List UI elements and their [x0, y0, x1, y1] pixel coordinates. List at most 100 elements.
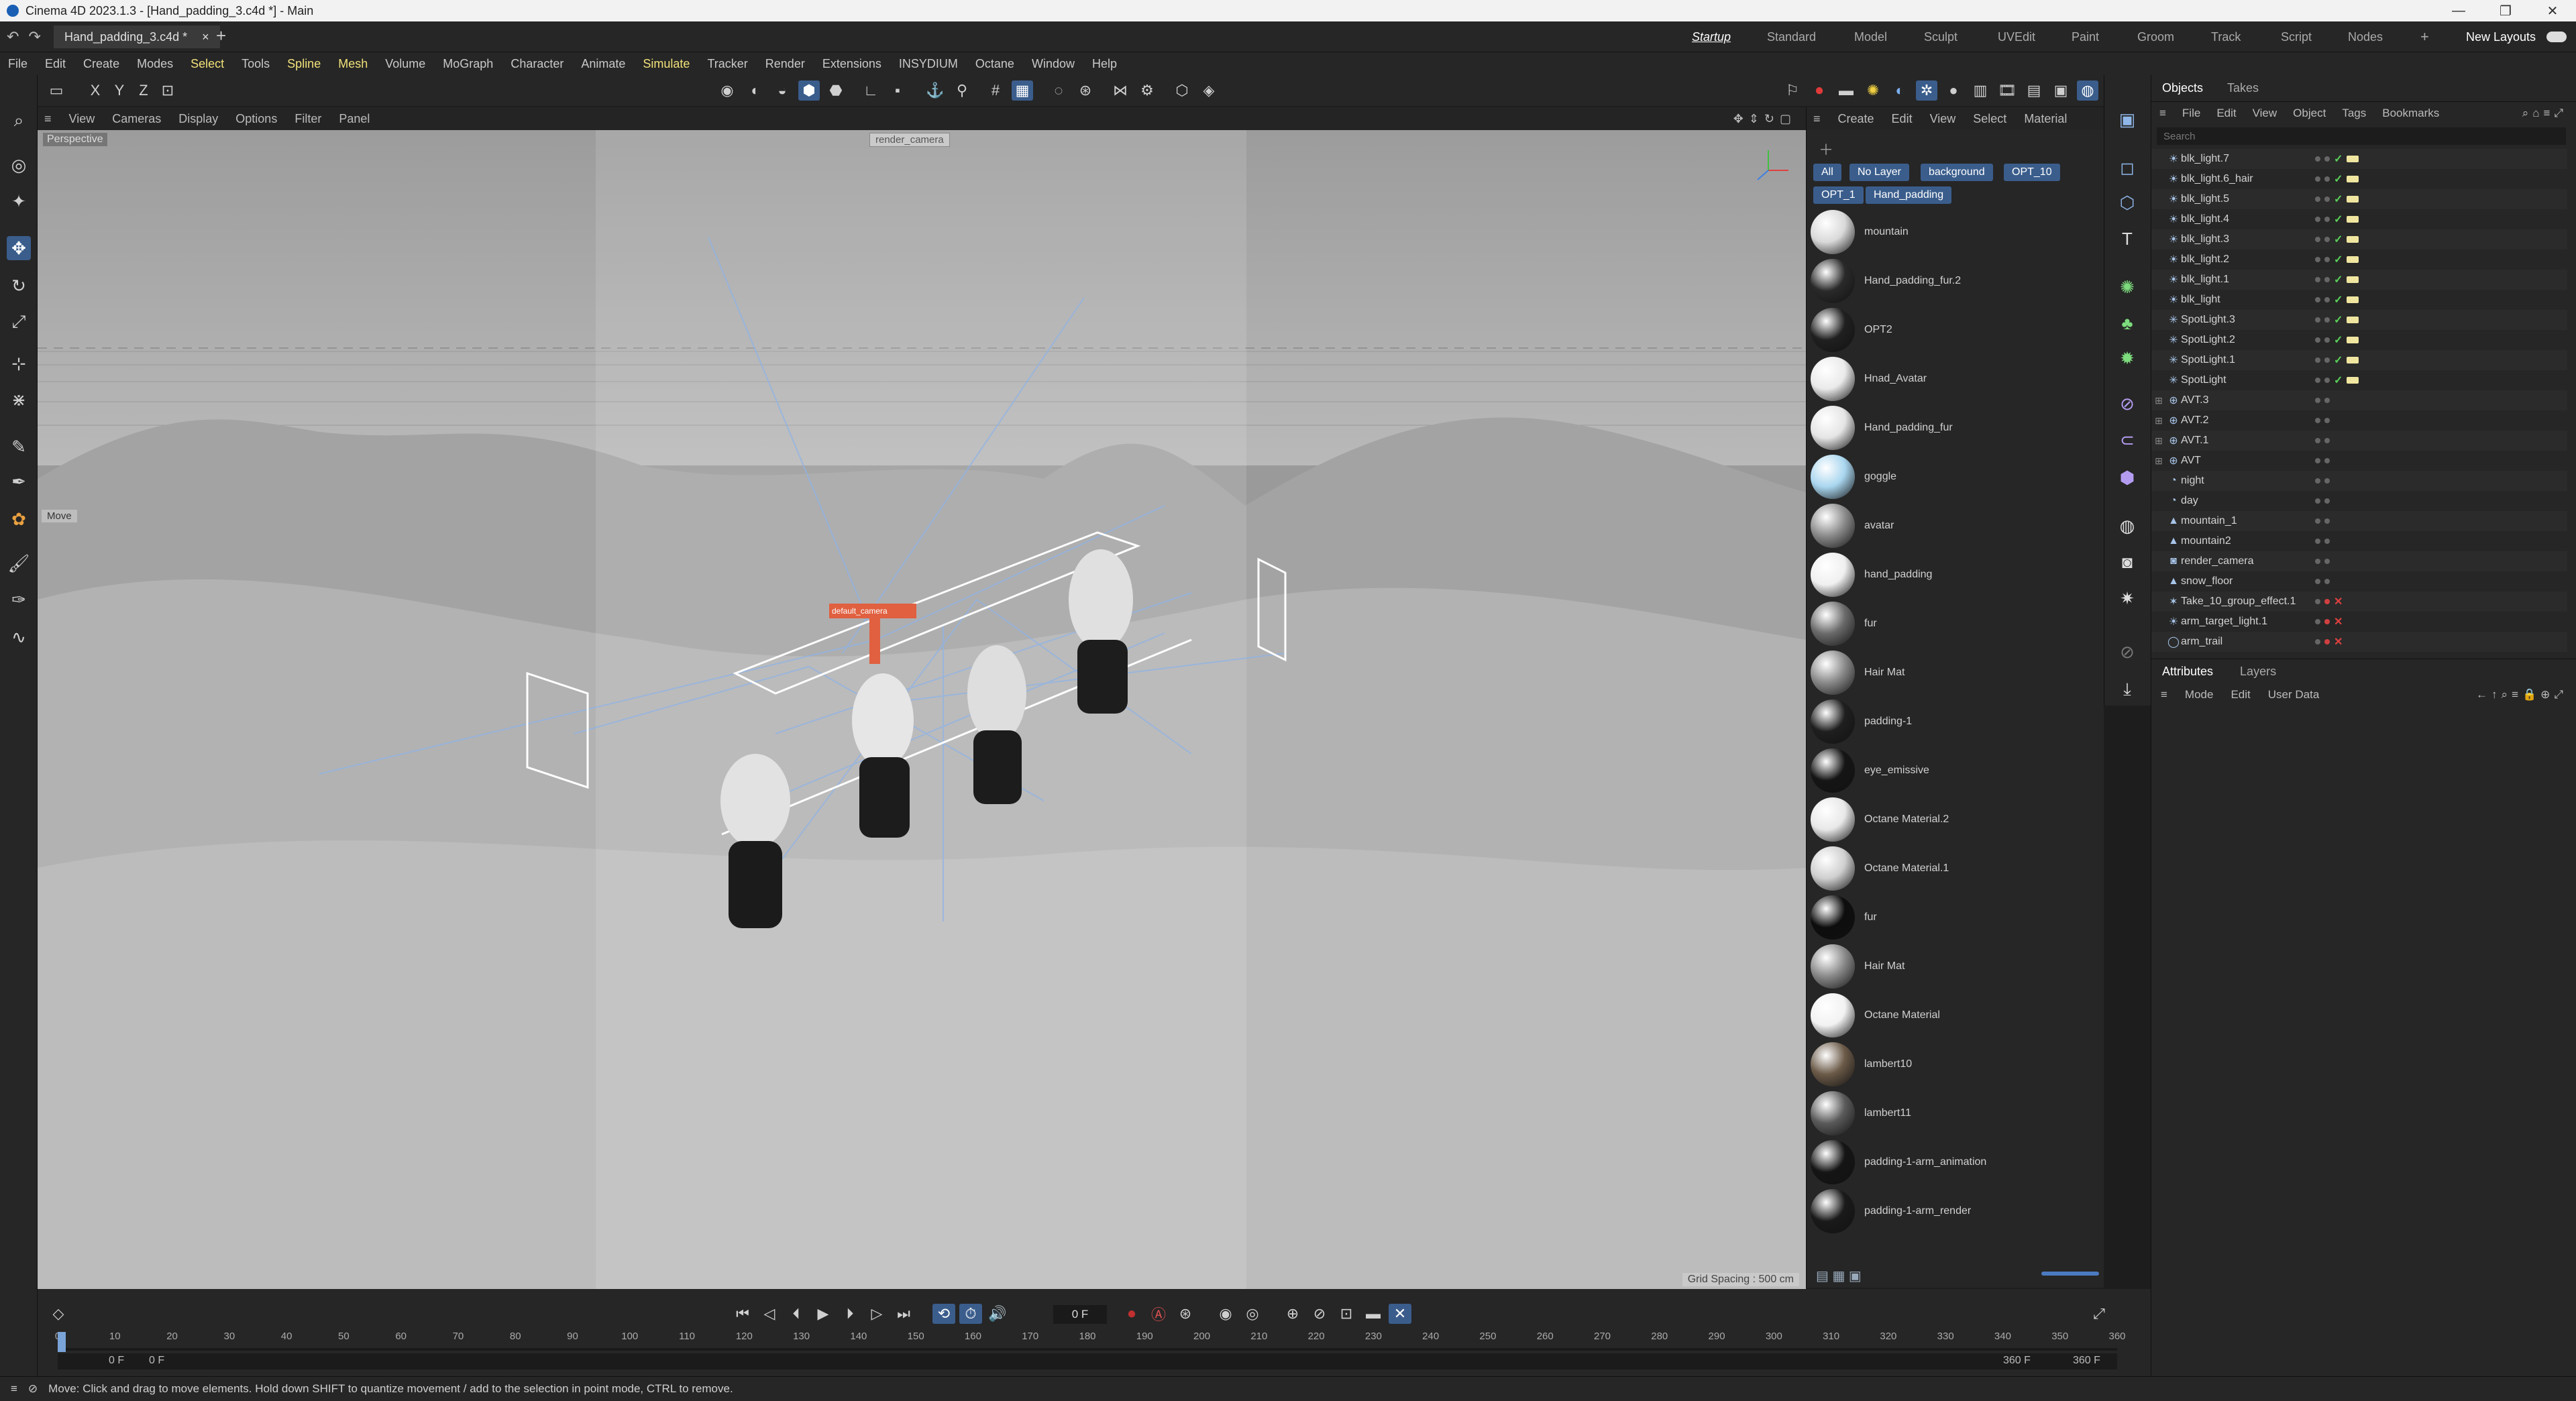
material-item[interactable]: lambert11	[1811, 1089, 2099, 1137]
picture-viewer-icon[interactable]: 🎞	[1996, 80, 2018, 101]
menu-spline[interactable]: Spline	[287, 57, 321, 71]
primitive-cube-icon[interactable]: ⬡	[2114, 189, 2141, 216]
paint-tool-icon[interactable]: ✿	[7, 507, 31, 531]
menu-render[interactable]: Render	[765, 57, 805, 71]
render-visibility-dot[interactable]	[2324, 599, 2330, 604]
mirror-icon[interactable]: ⋈	[1110, 80, 1131, 101]
undo-icon[interactable]: ↶	[7, 28, 19, 46]
close-tab-icon[interactable]: ×	[202, 30, 209, 44]
material-item[interactable]: padding-1	[1811, 697, 2099, 746]
render-visibility-dot[interactable]	[2324, 518, 2330, 524]
preview-range-bar[interactable]: 0 F 0 F 360 F 360 F	[58, 1353, 2117, 1369]
material-item[interactable]: OPT2	[1811, 306, 2099, 354]
download-icon[interactable]: ⤓	[2114, 676, 2141, 703]
attribute-menu-user-data[interactable]: User Data	[2268, 688, 2320, 702]
render-visibility-dot[interactable]	[2324, 156, 2330, 162]
object-row[interactable]: ☀ blk_light.5 ✓	[2151, 189, 2567, 209]
light-tag-icon[interactable]	[2347, 296, 2359, 303]
object-name[interactable]: blk_light.3	[2181, 233, 2322, 245]
symmetry-icon[interactable]: ⊛	[1075, 80, 1096, 101]
light-tag-icon[interactable]	[2347, 337, 2359, 343]
object-row[interactable]: ☀ blk_light ✓	[2151, 290, 2567, 310]
menu-window[interactable]: Window	[1032, 57, 1075, 71]
editor-visibility-dot[interactable]	[2315, 599, 2320, 604]
object-visibility-controls[interactable]: ✓	[2315, 192, 2359, 206]
layout-track[interactable]: Track	[2211, 30, 2241, 44]
film-strip-icon[interactable]: ▬	[1362, 1304, 1385, 1324]
object-visibility-controls[interactable]: ✓	[2315, 172, 2359, 186]
menu-file[interactable]: File	[8, 57, 28, 71]
object-visibility-controls[interactable]	[2315, 398, 2330, 403]
editor-visibility-dot[interactable]	[2315, 539, 2320, 544]
disabled-cross-icon[interactable]: ✕	[2334, 615, 2343, 628]
object-name[interactable]: blk_light.6_hair	[2181, 173, 2322, 185]
object-visibility-controls[interactable]	[2315, 478, 2330, 484]
object-visibility-controls[interactable]: ✓	[2315, 313, 2359, 327]
world-coordinates-icon[interactable]: ⊡	[157, 80, 178, 101]
rotate-tool-icon[interactable]: ↻	[7, 274, 31, 298]
editor-visibility-dot[interactable]	[2315, 337, 2320, 343]
material-menu-view[interactable]: View	[1930, 112, 1956, 126]
expand-icon[interactable]: ⊞	[2151, 435, 2166, 447]
render-visibility-dot[interactable]	[2324, 438, 2330, 443]
object-search-input[interactable]: Search	[2157, 127, 2566, 145]
keyframe-selection-icon[interactable]: ⊛	[1174, 1304, 1197, 1324]
editor-visibility-dot[interactable]	[2315, 176, 2320, 182]
object-name[interactable]: night	[2181, 475, 2322, 487]
timeline-expand-icon[interactable]: ⤢	[2088, 1304, 2110, 1324]
object-visibility-controls[interactable]: ✕	[2315, 635, 2343, 649]
light-tag-icon[interactable]	[2347, 236, 2359, 243]
snap-tool-icon[interactable]: ✦	[7, 189, 31, 213]
material-item[interactable]: Octane Material.2	[1811, 795, 2099, 844]
enabled-check-icon[interactable]: ✓	[2334, 353, 2343, 367]
menu-help[interactable]: Help	[1092, 57, 1117, 71]
viewport-menu-view[interactable]: View	[69, 112, 95, 126]
layout-sculpt[interactable]: Sculpt	[1924, 30, 1957, 44]
object-visibility-controls[interactable]: ✕	[2315, 615, 2343, 628]
layout-startup[interactable]: Startup	[1692, 30, 1731, 44]
enabled-check-icon[interactable]: ✓	[2334, 233, 2343, 246]
enabled-check-icon[interactable]: ✓	[2334, 192, 2343, 206]
record-rotation-icon[interactable]: ◎	[1241, 1304, 1264, 1324]
menu-tracker[interactable]: Tracker	[707, 57, 747, 71]
grid-snap-icon[interactable]: ▦	[1012, 80, 1033, 101]
material-filter-opt1[interactable]: OPT_1	[1813, 186, 1864, 204]
team-render-icon[interactable]: ▣	[2050, 80, 2072, 101]
material-filter-opt10[interactable]: OPT_10	[2004, 164, 2060, 181]
record-icon[interactable]: ⏺	[1809, 80, 1830, 101]
object-visibility-controls[interactable]: ✓	[2315, 152, 2359, 166]
modeling-settings-icon[interactable]: ⬡	[1171, 80, 1193, 101]
menu-modes[interactable]: Modes	[137, 57, 173, 71]
material-item[interactable]: padding-1-arm_animation	[1811, 1138, 2099, 1186]
enabled-check-icon[interactable]: ✓	[2334, 152, 2343, 166]
lock-x-axis-button[interactable]: X	[85, 80, 106, 101]
octane-icon[interactable]: ◐	[1889, 80, 1911, 101]
editor-visibility-dot[interactable]	[2315, 317, 2320, 323]
disabled-tool-icon[interactable]: ⊘	[2114, 638, 2141, 665]
material-item[interactable]: Hnad_Avatar	[1811, 355, 2099, 403]
object-name[interactable]: mountain2	[2181, 535, 2322, 547]
object-name[interactable]: blk_light.2	[2181, 254, 2322, 266]
render-visibility-dot[interactable]	[2324, 458, 2330, 463]
object-name[interactable]: snow_floor	[2181, 575, 2322, 587]
editor-visibility-dot[interactable]	[2315, 237, 2320, 242]
render-visibility-dot[interactable]	[2324, 217, 2330, 222]
render-visibility-dot[interactable]	[2324, 418, 2330, 423]
render-visibility-dot[interactable]	[2324, 478, 2330, 484]
object-row[interactable]: ✳ SpotLight.2 ✓	[2151, 330, 2567, 350]
menu-simulate[interactable]: Simulate	[643, 57, 690, 71]
object-visibility-controls[interactable]	[2315, 458, 2330, 463]
material-item[interactable]: Hair Mat	[1811, 942, 2099, 991]
object-row[interactable]: ▲ mountain_1	[2151, 511, 2567, 531]
transfer-tool-icon[interactable]: ⋇	[7, 388, 31, 412]
object-name[interactable]: arm_trail	[2181, 636, 2322, 648]
add-layout-button[interactable]: +	[2420, 28, 2429, 46]
light-tag-icon[interactable]	[2347, 256, 2359, 263]
object-row[interactable]: ▲ snow_floor	[2151, 571, 2567, 592]
coordinate-mode-icon[interactable]: ▭	[46, 80, 67, 101]
maximize-icon[interactable]: ❐	[2482, 0, 2529, 21]
menu-create[interactable]: Create	[83, 57, 119, 71]
keyframe-icon[interactable]: ◇	[47, 1304, 70, 1324]
object-name[interactable]: AVT	[2181, 455, 2322, 467]
render-visibility-dot[interactable]	[2324, 317, 2330, 323]
